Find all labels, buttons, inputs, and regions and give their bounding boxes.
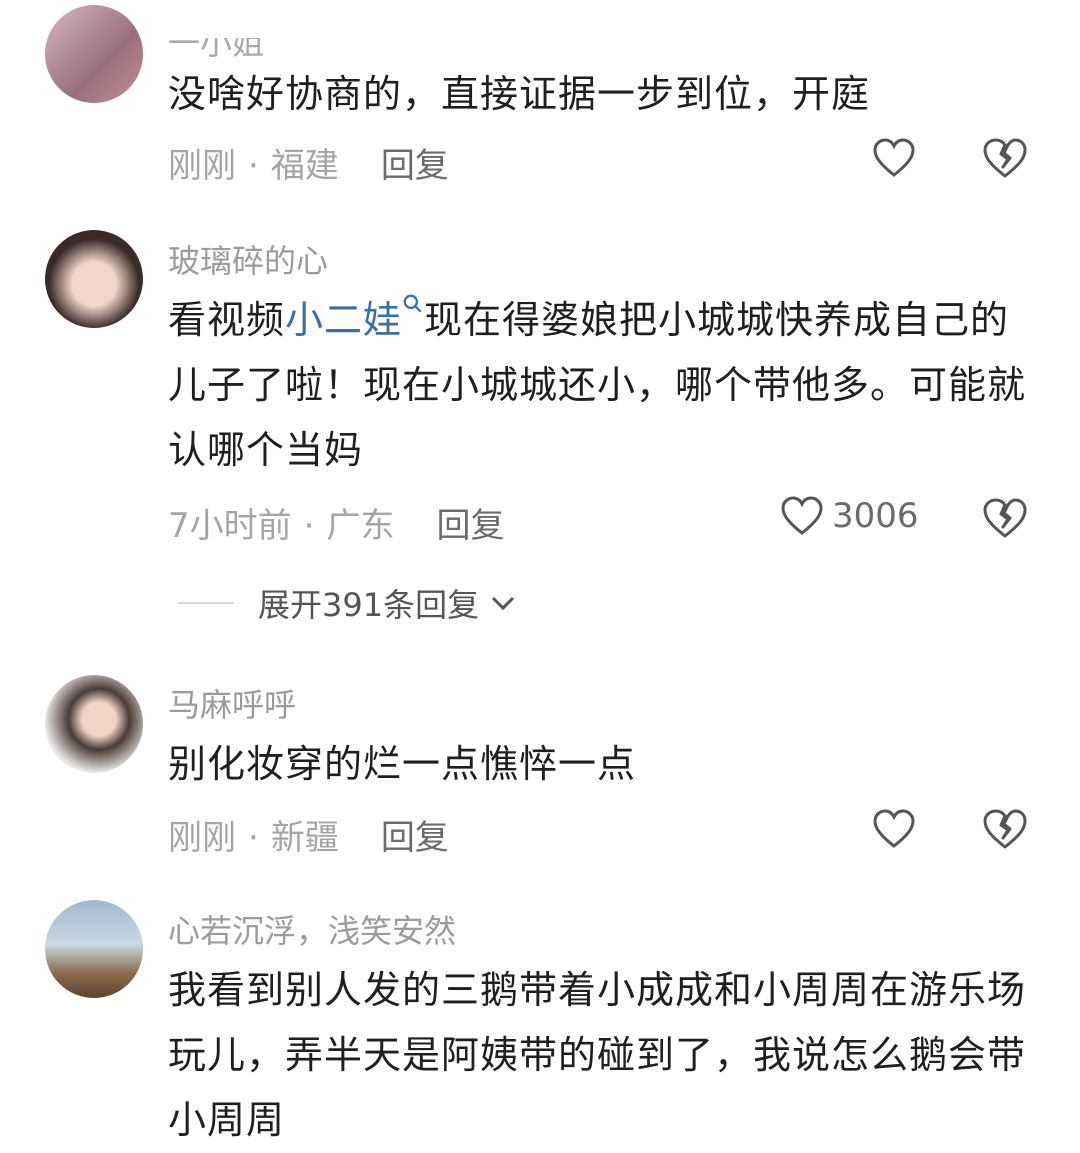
reply-button[interactable]: 回复 [381, 146, 449, 186]
comment-text: 我看到别人发的三鹅带着小成成和小周周在游乐场玩儿，弄半天是阿姨带的碰到了，我说怎… [168, 968, 1027, 1142]
like-button[interactable]: 3006 [780, 496, 919, 536]
comment-text: 没啥好协商的，直接证据一步到位，开庭 [168, 72, 871, 116]
comment-text: 别化妆穿的烂一点憔悴一点 [168, 742, 637, 786]
avatar[interactable] [45, 230, 143, 328]
comment-meta: 7小时前 · 广东 回复 [168, 506, 505, 546]
like-button[interactable] [872, 809, 916, 849]
divider-line [178, 602, 234, 604]
comment-text: 看视频小二娃 现在得婆娘把小城城快养成自己的儿子了啦！现在小城城还小，哪个带他多。… [168, 288, 1038, 483]
expand-replies-label: 展开391条回复 [258, 586, 480, 624]
reply-button[interactable]: 回复 [436, 506, 504, 546]
username[interactable]: 心若沉浮，浅笑安然 [168, 906, 456, 952]
comment-text-before: 看视频 [168, 298, 286, 342]
comment-time: 7小时前 [168, 506, 292, 546]
heart-icon [873, 809, 915, 848]
comment-time: 刚刚 [168, 146, 236, 186]
mention-label: 小二娃 [285, 298, 403, 342]
comment-meta: 刚刚 · 福建 回复 [168, 146, 449, 186]
avatar[interactable] [45, 675, 143, 773]
comment-location: 新疆 [270, 818, 339, 858]
avatar[interactable] [45, 900, 143, 998]
broken-heart-icon[interactable] [982, 137, 1028, 179]
like-count: 3006 [832, 496, 919, 536]
avatar[interactable] [45, 5, 143, 103]
username[interactable]: 一小姐 [168, 38, 264, 64]
comment-location: 福建 [270, 146, 339, 186]
broken-heart-icon[interactable] [982, 497, 1028, 539]
heart-icon [873, 138, 915, 177]
like-button[interactable] [872, 138, 916, 178]
heart-icon [781, 496, 823, 535]
username[interactable]: 玻璃碎的心 [168, 236, 328, 282]
mention-link[interactable]: 小二娃 [285, 294, 424, 342]
expand-replies-button[interactable]: 展开391条回复 [178, 580, 517, 626]
chevron-down-icon [492, 596, 515, 611]
reply-button[interactable]: 回复 [381, 818, 449, 858]
comment-time: 刚刚 [168, 818, 236, 858]
search-icon [403, 294, 422, 313]
comment-meta: 刚刚 · 新疆 回复 [168, 818, 449, 858]
broken-heart-icon[interactable] [982, 808, 1028, 850]
comment-location: 广东 [326, 506, 395, 546]
username[interactable]: 马麻呼呼 [168, 680, 296, 726]
